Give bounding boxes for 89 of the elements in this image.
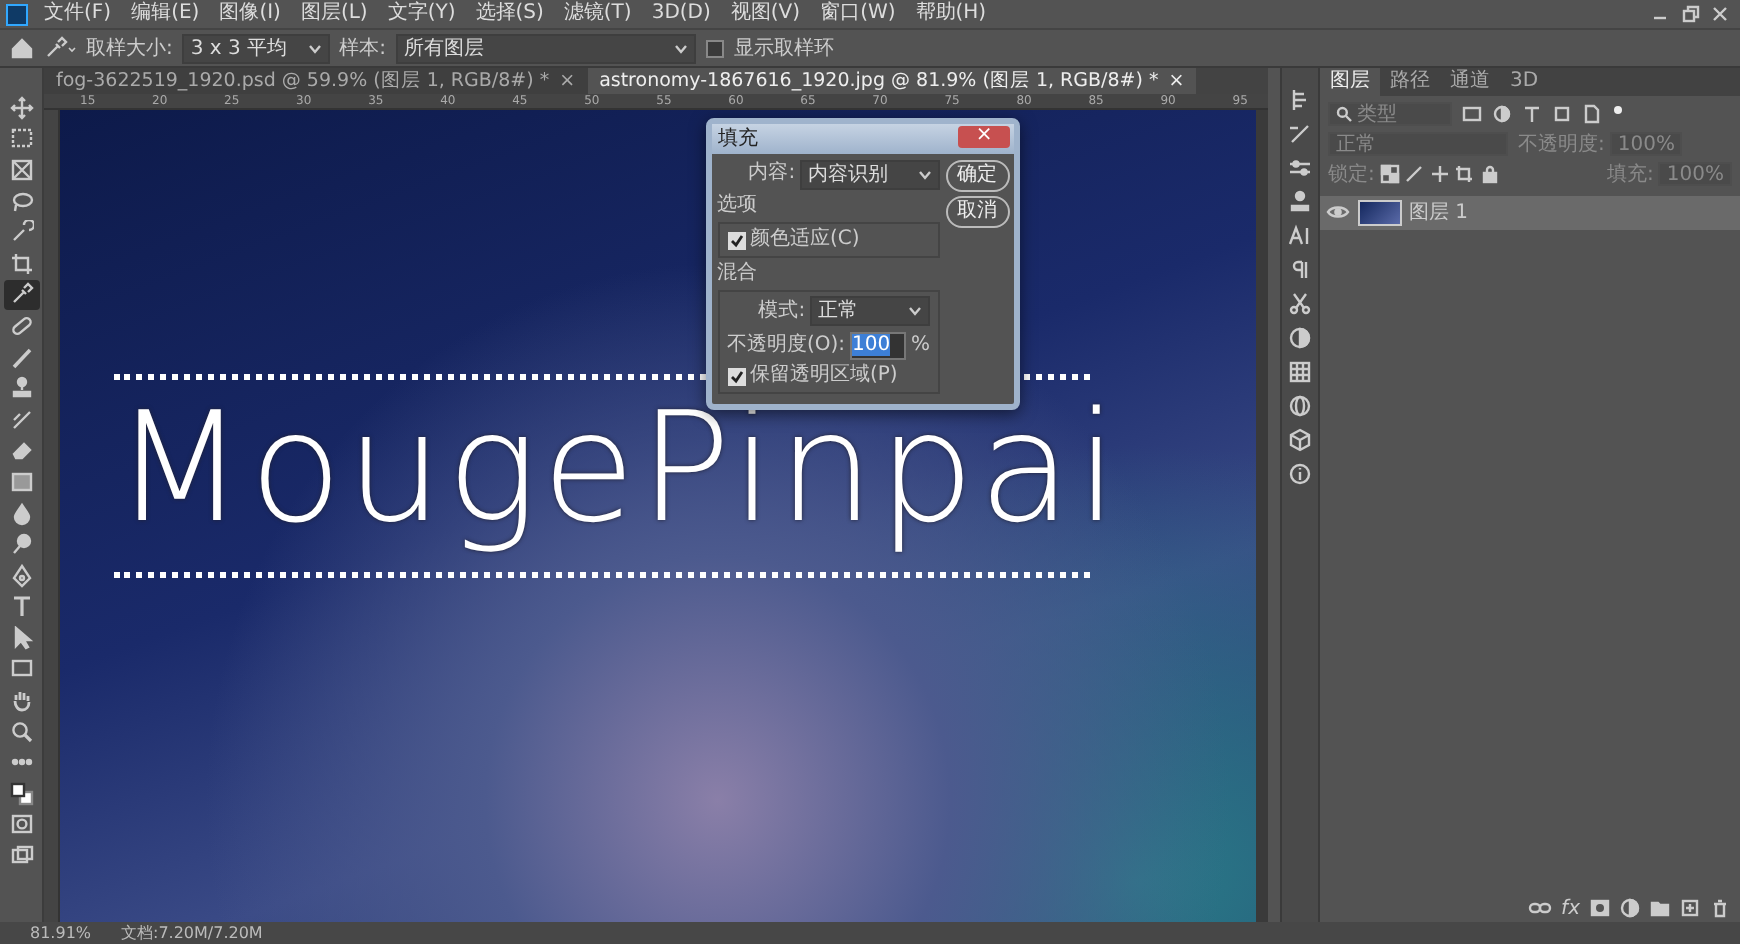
zoom-level: 81.91% — [30, 922, 92, 944]
field-label: 样本: — [339, 35, 386, 63]
ok-button[interactable]: 确定 — [945, 159, 1010, 191]
smart-object-filter-icon[interactable] — [1582, 104, 1602, 124]
home-icon[interactable] — [10, 36, 34, 60]
contents-dropdown[interactable]: 内容识别 — [800, 159, 941, 189]
menu-item[interactable]: 3D(D) — [641, 0, 721, 28]
info-icon[interactable] — [1288, 462, 1312, 486]
field-label: 模式: — [758, 299, 806, 323]
link-icon[interactable] — [1527, 900, 1552, 916]
stamp-icon[interactable] — [1288, 190, 1312, 214]
eye-icon[interactable] — [1325, 204, 1349, 220]
eyedropper-icon[interactable] — [3, 279, 39, 311]
chevron-icon — [673, 43, 688, 53]
sliders-icon[interactable] — [1288, 156, 1312, 180]
scissors-icon[interactable] — [1288, 292, 1312, 316]
restore-icon[interactable] — [1680, 4, 1700, 24]
image-filter-icon[interactable] — [1462, 104, 1482, 124]
field-label: 取样大小: — [86, 35, 173, 63]
vertical-scrollbar[interactable] — [1256, 110, 1268, 922]
menu-item[interactable]: 帮助(H) — [905, 0, 997, 28]
document-tab[interactable]: fog-3622519_1920.psd @ 59.9% (图层 1, RGB/8#) * × — [44, 68, 588, 94]
document-tab[interactable]: astronomy-1867616_1920.jpg @ 81.9% (图层 1, RGB/8#) * × — [587, 68, 1197, 94]
menu-item[interactable]: 文件(F) — [34, 0, 122, 28]
shape-filter-icon[interactable] — [1552, 104, 1572, 124]
close-button[interactable]: × — [958, 126, 1011, 148]
panel-tab[interactable]: 3D — [1500, 68, 1549, 96]
app-logo-icon — [6, 3, 28, 25]
mask-icon[interactable] — [1590, 898, 1610, 918]
sample-size-dropdown[interactable]: 3 x 3 平均 — [182, 33, 330, 63]
dialog-title: 填充 — [718, 125, 758, 154]
lock-icon[interactable] — [1479, 164, 1500, 184]
menu-item[interactable]: 窗口(W) — [810, 0, 906, 28]
tab-close-button[interactable]: × — [1168, 68, 1185, 94]
menu-item[interactable]: 选择(S) — [465, 0, 554, 28]
tab-close-button[interactable]: × — [559, 68, 576, 94]
menu-item[interactable]: 视图(V) — [720, 0, 811, 28]
chevron-icon — [918, 169, 933, 179]
checkbox-label: 保留透明区域(P) — [750, 364, 898, 388]
panel-tab[interactable]: 路径 — [1380, 68, 1440, 96]
panel-tab[interactable]: 图层 — [1320, 68, 1380, 96]
field-label: 不透明度(O): — [727, 333, 846, 357]
mode-dropdown[interactable]: 正常 — [810, 296, 931, 326]
adjust-icon[interactable] — [1288, 326, 1312, 350]
checkbox-label: 颜色适应(C) — [750, 228, 860, 252]
menu-item[interactable]: 图层(L) — [290, 0, 378, 28]
paragraph-icon[interactable] — [1288, 258, 1312, 282]
adjustment-filter-icon[interactable] — [1492, 104, 1512, 124]
opacity-input[interactable]: 100 — [850, 331, 907, 359]
cube-icon[interactable] — [1288, 428, 1312, 452]
search-icon — [1336, 106, 1352, 122]
panel-tab[interactable]: 通道 — [1440, 68, 1500, 96]
tab-title: astronomy-1867616_1920.jpg @ 81.9% (图层 1, RGB/8#) * — [599, 68, 1159, 94]
cancel-button[interactable]: 取消 — [945, 196, 1010, 228]
new-layer-icon[interactable] — [1680, 898, 1700, 918]
close-icon[interactable] — [1710, 4, 1730, 24]
checkbox[interactable] — [727, 367, 745, 385]
layer-style-button[interactable]: fx — [1561, 893, 1580, 923]
menu-item[interactable]: 滤镜(T) — [553, 0, 642, 28]
chevron-icon — [908, 306, 923, 316]
group-label: 混合 — [717, 262, 759, 286]
crop-icon[interactable] — [1454, 164, 1475, 184]
menu-item[interactable]: 文字(Y) — [377, 0, 466, 28]
checkbox[interactable] — [705, 39, 724, 57]
tab-title: fog-3622519_1920.psd @ 59.9% (图层 1, RGB/8#) * — [56, 68, 550, 94]
character-icon[interactable] — [1288, 224, 1312, 248]
menu-item[interactable]: 编辑(E) — [121, 0, 210, 28]
canvas-title-text: MougePinpai — [114, 388, 1122, 560]
type-filter-icon[interactable] — [1522, 104, 1542, 124]
adjust-icon[interactable] — [1620, 898, 1640, 918]
layer-name: 图层 1 — [1409, 199, 1469, 227]
sample-dropdown[interactable]: 所有图层 — [395, 33, 696, 63]
grid-icon[interactable] — [1288, 360, 1312, 384]
layer-thumbnail — [1357, 199, 1401, 225]
chevron-icon — [307, 43, 322, 53]
folder-icon[interactable] — [1650, 898, 1670, 918]
menu-item[interactable]: 图像(I) — [209, 0, 291, 28]
eyedropper-icon[interactable] — [44, 36, 76, 60]
document-size: 文档:7.20M/7.20M — [121, 922, 263, 944]
checkbox[interactable] — [727, 231, 745, 249]
group-label: 选项 — [717, 194, 759, 218]
checker-icon[interactable] — [1379, 164, 1400, 184]
unit-label: % — [911, 333, 931, 357]
checkbox-label: 显示取样环 — [733, 35, 834, 63]
globe-icon[interactable] — [1288, 394, 1312, 418]
move-icon[interactable] — [1429, 164, 1450, 184]
field-label: 内容: — [748, 162, 796, 186]
layer-row[interactable]: 图层 1 — [1320, 195, 1740, 229]
trash-icon[interactable] — [1710, 898, 1730, 918]
